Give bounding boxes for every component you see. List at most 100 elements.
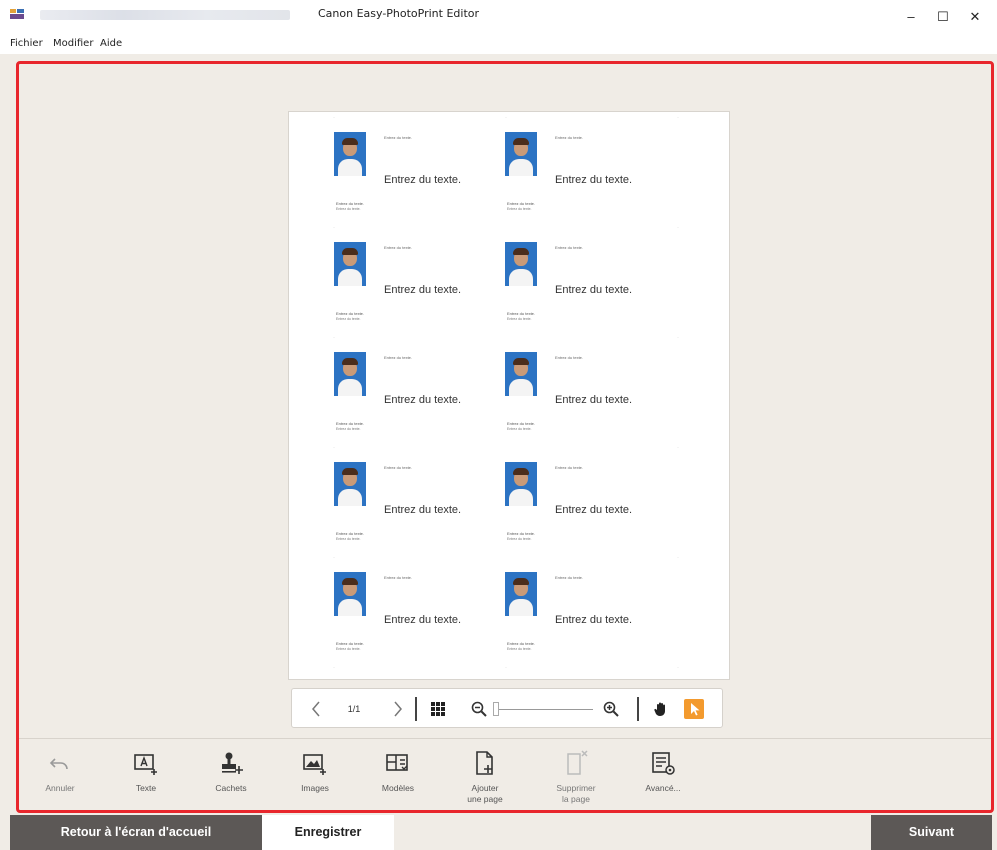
card-footer-subtext[interactable]: Entrez du texte. (336, 427, 361, 431)
card-photo[interactable] (505, 352, 537, 396)
card-small-text[interactable]: Entrez du texte. (555, 245, 583, 250)
tool-label: Ajouter une page (467, 783, 503, 804)
card-footer-text[interactable]: Entrez du texte. (336, 641, 364, 646)
business-card[interactable]: Entrez du texte. Entrez du texte. Entrez d… (494, 118, 664, 218)
card-footer-text[interactable]: Entrez du texte. (507, 311, 535, 316)
business-card[interactable]: Entrez du texte. Entrez du texte. Entrez d… (323, 118, 493, 218)
business-card[interactable]: Entrez du texte. Entrez du texte. Entrez d… (323, 228, 493, 328)
advanced-tool-button[interactable]: Avancé... (623, 745, 703, 813)
menu-modifier[interactable]: Modifier (53, 38, 93, 49)
crop-mark: · (333, 335, 335, 341)
tool-label: Modèles (381, 783, 415, 793)
business-card[interactable]: Entrez du texte. Entrez du texte. Entrez d… (494, 448, 664, 548)
card-footer-text[interactable]: Entrez du texte. (336, 421, 364, 426)
chevron-right-icon[interactable] (386, 689, 410, 729)
card-footer-text[interactable]: Entrez du texte. (507, 531, 535, 536)
undo-icon (47, 750, 73, 776)
card-photo[interactable] (334, 352, 366, 396)
card-footer-subtext[interactable]: Entrez du texte. (336, 207, 361, 211)
menu-fichier[interactable]: Fichier (10, 38, 43, 49)
zoom-in-icon[interactable] (600, 689, 622, 729)
card-photo[interactable] (334, 572, 366, 616)
next-button[interactable]: Suivant (871, 815, 992, 850)
card-photo[interactable] (334, 132, 366, 176)
card-footer-text[interactable]: Entrez du texte. (507, 641, 535, 646)
business-card[interactable]: Entrez du texte. Entrez du texte. Entrez d… (494, 228, 664, 328)
card-main-text[interactable]: Entrez du texte. (384, 504, 461, 516)
minimize-button[interactable]: – (897, 6, 925, 28)
card-small-text[interactable]: Entrez du texte. (555, 355, 583, 360)
maximize-button[interactable]: ☐ (929, 6, 957, 28)
business-card[interactable]: Entrez du texte. Entrez du texte. Entrez d… (494, 338, 664, 438)
templates-tool-button[interactable]: Modèles (358, 745, 438, 813)
undo-tool-button[interactable]: Annuler (20, 745, 100, 813)
card-footer-text[interactable]: Entrez du texte. (336, 311, 364, 316)
card-main-text[interactable]: Entrez du texte. (384, 174, 461, 186)
card-photo[interactable] (505, 572, 537, 616)
card-photo[interactable] (505, 462, 537, 506)
card-main-text[interactable]: Entrez du texte. (555, 284, 632, 296)
zoom-out-icon[interactable] (468, 689, 490, 729)
card-photo[interactable] (505, 132, 537, 176)
business-card[interactable]: Entrez du texte. Entrez du texte. Entrez d… (323, 448, 493, 548)
delete-page-tool-button[interactable]: Supprimer la page (536, 745, 616, 813)
stamp-tool-button[interactable]: Cachets (191, 745, 271, 813)
image-tool-button[interactable]: Images (275, 745, 355, 813)
card-footer-text[interactable]: Entrez du texte. (336, 531, 364, 536)
card-small-text[interactable]: Entrez du texte. (384, 465, 412, 470)
business-card[interactable]: Entrez du texte. Entrez du texte. Entrez d… (494, 558, 664, 658)
crop-mark: · (333, 225, 335, 231)
toolbar-divider (19, 738, 991, 739)
card-small-text[interactable]: Entrez du texte. (555, 575, 583, 580)
card-footer-subtext[interactable]: Entrez du texte. (507, 207, 532, 211)
chevron-left-icon[interactable] (304, 689, 328, 729)
card-footer-text[interactable]: Entrez du texte. (336, 201, 364, 206)
card-small-text[interactable]: Entrez du texte. (555, 135, 583, 140)
card-footer-subtext[interactable]: Entrez du texte. (507, 427, 532, 431)
pointer-icon[interactable] (684, 699, 704, 719)
add-text-icon (133, 750, 159, 776)
tool-label: Texte (135, 783, 157, 793)
card-photo[interactable] (334, 242, 366, 286)
card-main-text[interactable]: Entrez du texte. (384, 614, 461, 626)
save-button[interactable]: Enregistrer (262, 815, 394, 850)
card-main-text[interactable]: Entrez du texte. (384, 284, 461, 296)
hand-icon[interactable] (649, 689, 673, 729)
templates-icon (385, 750, 411, 776)
add-text-tool-button[interactable]: Texte (106, 745, 186, 813)
card-footer-subtext[interactable]: Entrez du texte. (336, 317, 361, 321)
card-small-text[interactable]: Entrez du texte. (384, 135, 412, 140)
card-main-text[interactable]: Entrez du texte. (555, 174, 632, 186)
card-footer-subtext[interactable]: Entrez du texte. (336, 537, 361, 541)
card-photo[interactable] (505, 242, 537, 286)
card-main-text[interactable]: Entrez du texte. (555, 504, 632, 516)
card-small-text[interactable]: Entrez du texte. (384, 245, 412, 250)
page-canvas[interactable]: Entrez du texte. Entrez du texte. Entrez d… (288, 111, 730, 680)
grid-icon[interactable] (426, 689, 450, 729)
card-footer-subtext[interactable]: Entrez du texte. (336, 647, 361, 651)
card-small-text[interactable]: Entrez du texte. (555, 465, 583, 470)
app-window: Canon Easy-PhotoPrint Editor – ☐ ✕ Fichi… (0, 0, 997, 850)
card-footer-subtext[interactable]: Entrez du texte. (507, 537, 532, 541)
business-card[interactable]: Entrez du texte. Entrez du texte. Entrez d… (323, 338, 493, 438)
business-card[interactable]: Entrez du texte. Entrez du texte. Entrez d… (323, 558, 493, 658)
zoom-slider-track[interactable] (495, 709, 593, 710)
card-main-text[interactable]: Entrez du texte. (555, 614, 632, 626)
card-small-text[interactable]: Entrez du texte. (384, 575, 412, 580)
add-page-tool-button[interactable]: Ajouter une page (445, 745, 525, 813)
card-footer-text[interactable]: Entrez du texte. (507, 201, 535, 206)
card-photo[interactable] (334, 462, 366, 506)
card-main-text[interactable]: Entrez du texte. (555, 394, 632, 406)
card-main-text[interactable]: Entrez du texte. (384, 394, 461, 406)
card-footer-subtext[interactable]: Entrez du texte. (507, 647, 532, 651)
card-footer-text[interactable]: Entrez du texte. (507, 421, 535, 426)
menu-aide[interactable]: Aide (100, 38, 122, 49)
window-title: Canon Easy-PhotoPrint Editor (317, 7, 480, 20)
home-button[interactable]: Retour à l'écran d'accueil (10, 815, 262, 850)
card-footer-subtext[interactable]: Entrez du texte. (507, 317, 532, 321)
card-small-text[interactable]: Entrez du texte. (384, 355, 412, 360)
crop-mark: · (677, 555, 679, 561)
close-button[interactable]: ✕ (961, 6, 989, 28)
zoom-slider-thumb[interactable] (493, 702, 499, 716)
crop-mark: · (333, 445, 335, 451)
